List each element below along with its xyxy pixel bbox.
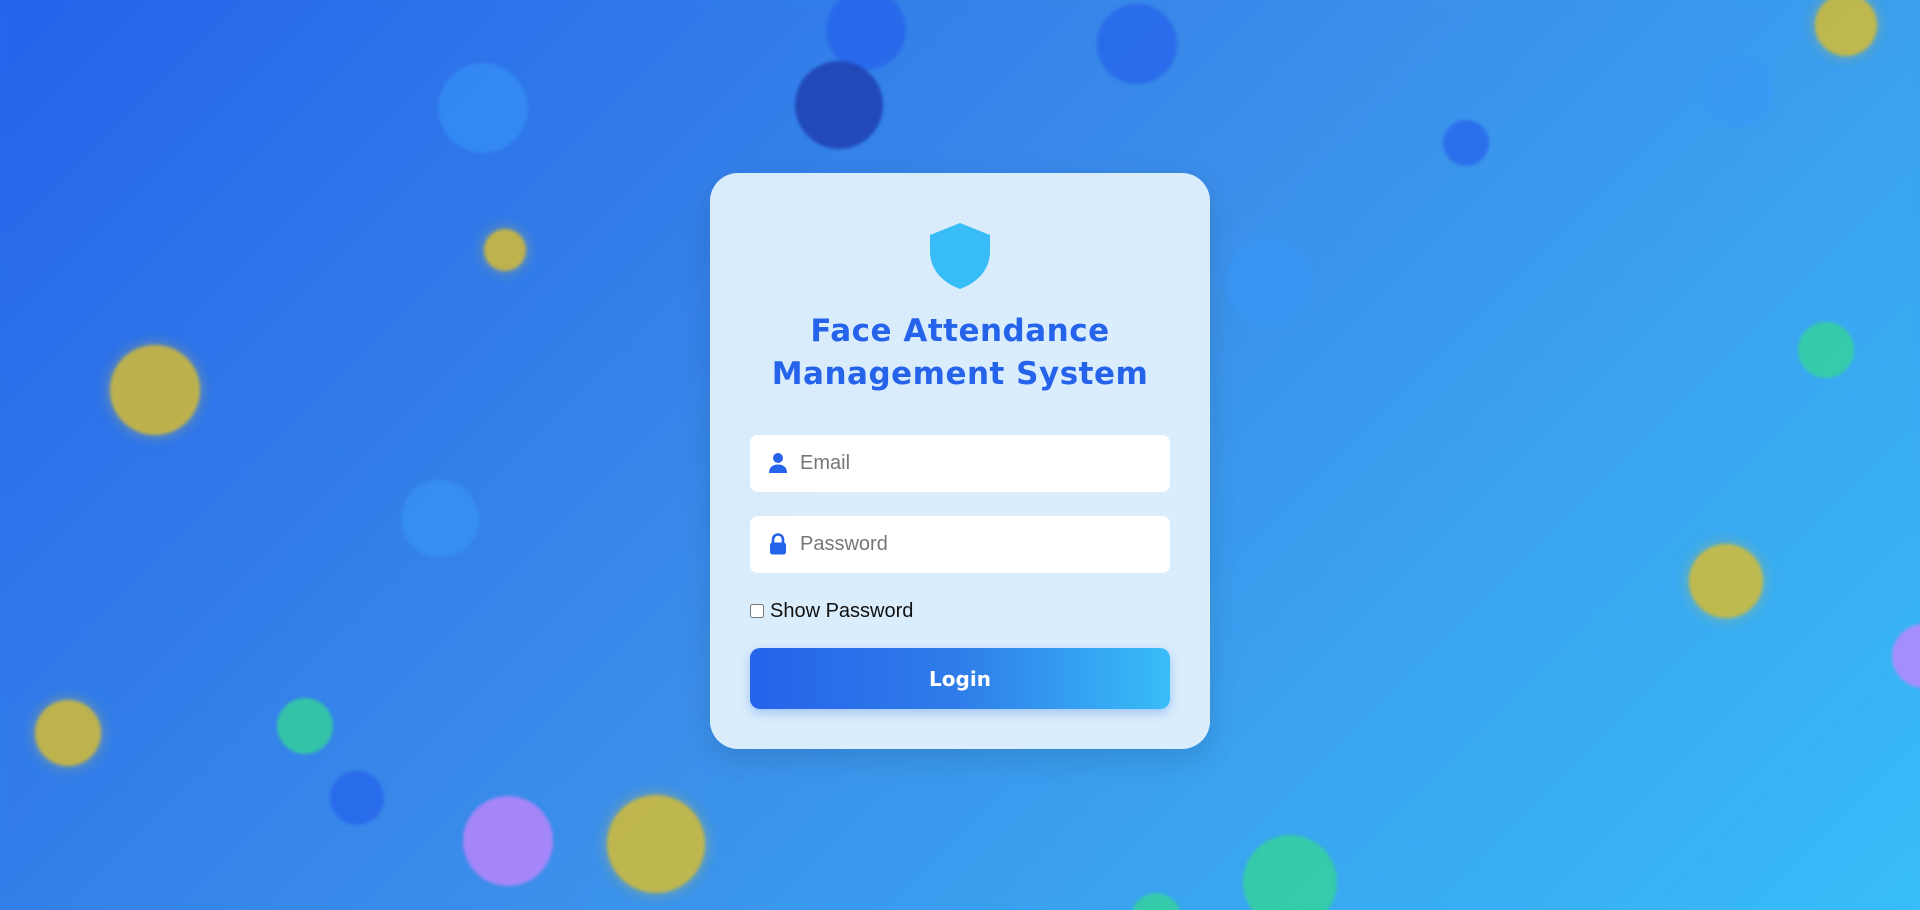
shield-icon	[930, 223, 990, 289]
background-bubble	[1097, 4, 1177, 84]
background-bubble	[277, 698, 333, 754]
background-bubble	[330, 771, 384, 825]
background-bubble	[401, 480, 479, 558]
email-field-container	[750, 435, 1170, 492]
background-bubble	[1798, 322, 1854, 378]
title-line-2: Management System	[771, 356, 1149, 392]
background-bubble	[1892, 624, 1920, 688]
background-bubble	[1689, 544, 1763, 618]
background-bubble	[795, 61, 883, 149]
background-bubble	[1225, 238, 1313, 326]
login-button[interactable]: Login	[750, 648, 1170, 709]
show-password-checkbox[interactable]	[750, 604, 764, 618]
background-bubble	[1701, 55, 1773, 127]
background-bubble	[1443, 120, 1489, 166]
page-title: Face Attendance Management System	[710, 310, 1210, 396]
background-bubble	[1131, 893, 1181, 910]
show-password-row: Show Password	[750, 598, 913, 624]
show-password-label[interactable]: Show Password	[770, 600, 913, 623]
background-bubble	[35, 700, 101, 766]
password-field-container	[750, 516, 1170, 573]
password-field[interactable]	[800, 516, 1160, 573]
email-field[interactable]	[800, 435, 1160, 492]
login-card: Face Attendance Management System Show P…	[710, 173, 1210, 749]
background-bubble	[484, 229, 526, 271]
user-icon	[769, 453, 787, 473]
title-line-1: Face Attendance	[810, 313, 1110, 349]
background-bubble	[463, 796, 553, 886]
background-bubble	[826, 0, 906, 70]
background-bubble	[438, 63, 528, 153]
background-bubble	[607, 795, 705, 893]
lock-icon	[770, 533, 786, 555]
background-bubble	[1243, 835, 1337, 910]
background-bubble	[1815, 0, 1877, 56]
background-bubble	[110, 345, 200, 435]
